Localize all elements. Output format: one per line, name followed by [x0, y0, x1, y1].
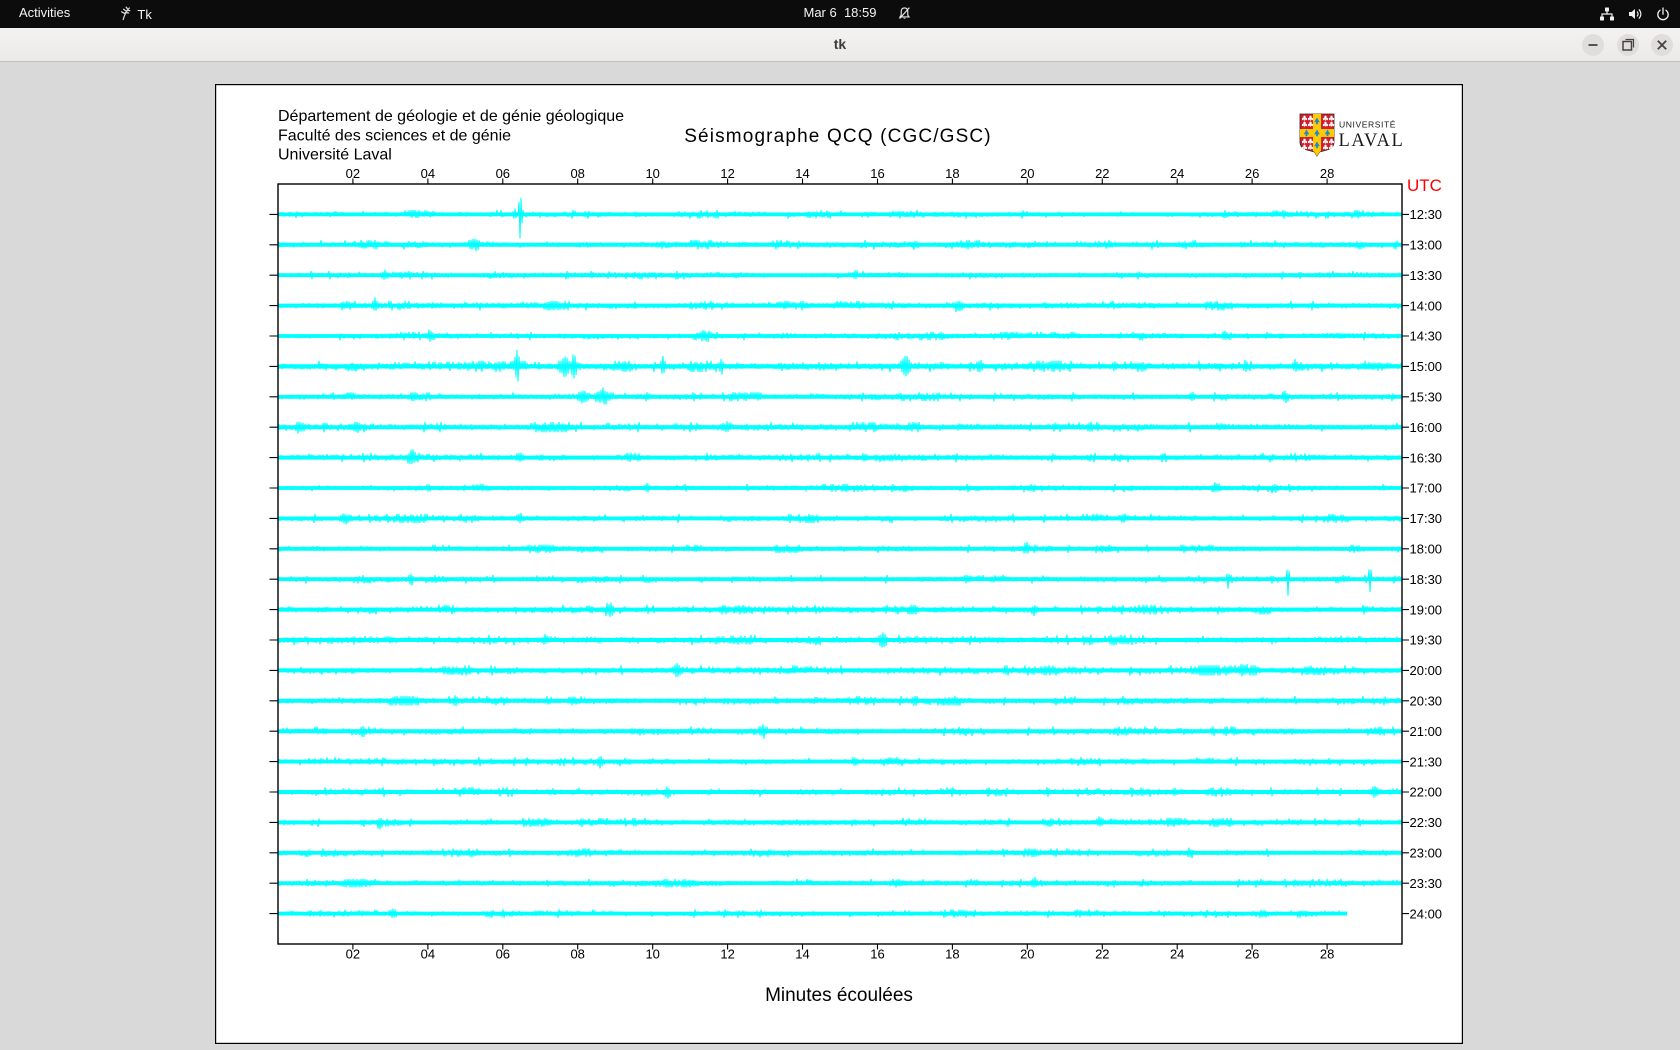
svg-text:28: 28: [1320, 166, 1334, 181]
svg-text:20:00: 20:00: [1410, 663, 1443, 678]
svg-text:24: 24: [1170, 166, 1184, 181]
svg-text:06: 06: [496, 947, 510, 962]
svg-text:22: 22: [1095, 166, 1109, 181]
svg-text:18: 18: [945, 166, 959, 181]
svg-text:02: 02: [346, 947, 360, 962]
svg-text:24: 24: [1170, 947, 1184, 962]
svg-text:22: 22: [1095, 947, 1109, 962]
svg-text:14: 14: [795, 947, 809, 962]
svg-text:24:00: 24:00: [1410, 906, 1443, 921]
svg-text:17:00: 17:00: [1410, 481, 1443, 496]
svg-text:08: 08: [570, 947, 584, 962]
svg-text:18: 18: [945, 947, 959, 962]
svg-text:04: 04: [421, 166, 435, 181]
svg-text:15:30: 15:30: [1410, 390, 1443, 405]
svg-text:19:30: 19:30: [1410, 633, 1443, 648]
svg-text:Séismographe QCQ (CGC/GSC): Séismographe QCQ (CGC/GSC): [684, 126, 992, 147]
svg-text:Minutes écoulées: Minutes écoulées: [765, 985, 913, 1006]
svg-text:14: 14: [795, 166, 809, 181]
svg-text:04: 04: [421, 947, 435, 962]
svg-text:20: 20: [1020, 166, 1034, 181]
svg-text:16:00: 16:00: [1410, 420, 1443, 435]
svg-text:08: 08: [570, 166, 584, 181]
svg-text:21:30: 21:30: [1410, 754, 1443, 769]
svg-text:12:30: 12:30: [1410, 207, 1443, 222]
svg-text:14:30: 14:30: [1410, 329, 1443, 344]
svg-text:15:00: 15:00: [1410, 359, 1443, 374]
svg-text:16: 16: [870, 166, 884, 181]
svg-text:10: 10: [645, 166, 659, 181]
svg-text:26: 26: [1245, 947, 1259, 962]
svg-text:12: 12: [720, 947, 734, 962]
svg-text:23:30: 23:30: [1410, 876, 1443, 891]
svg-text:26: 26: [1245, 166, 1259, 181]
svg-text:20:30: 20:30: [1410, 694, 1443, 709]
svg-text:12: 12: [720, 166, 734, 181]
svg-text:19:00: 19:00: [1410, 602, 1443, 617]
svg-text:18:00: 18:00: [1410, 542, 1443, 557]
svg-text:02: 02: [346, 166, 360, 181]
svg-text:10: 10: [645, 947, 659, 962]
svg-text:28: 28: [1320, 947, 1334, 962]
svg-text:UNIVERSITÉ: UNIVERSITÉ: [1339, 120, 1396, 130]
svg-text:22:00: 22:00: [1410, 785, 1443, 800]
svg-text:16:30: 16:30: [1410, 450, 1443, 465]
svg-text:14:00: 14:00: [1410, 298, 1443, 313]
svg-text:06: 06: [496, 166, 510, 181]
svg-text:17:30: 17:30: [1410, 511, 1443, 526]
svg-text:LAVAL: LAVAL: [1339, 131, 1405, 151]
svg-text:13:30: 13:30: [1410, 268, 1443, 283]
svg-text:13:00: 13:00: [1410, 238, 1443, 253]
svg-text:20: 20: [1020, 947, 1034, 962]
svg-text:Département de géologie et de: Département de géologie et de génie géol…: [278, 108, 624, 125]
svg-text:Faculté des sciences et de gén: Faculté des sciences et de génie: [278, 127, 511, 144]
svg-text:UTC: UTC: [1407, 176, 1442, 195]
svg-text:16: 16: [870, 947, 884, 962]
svg-text:Université Laval: Université Laval: [278, 147, 392, 164]
svg-text:23:00: 23:00: [1410, 846, 1443, 861]
svg-text:21:00: 21:00: [1410, 724, 1443, 739]
svg-text:22:30: 22:30: [1410, 815, 1443, 830]
svg-text:18:30: 18:30: [1410, 572, 1443, 587]
